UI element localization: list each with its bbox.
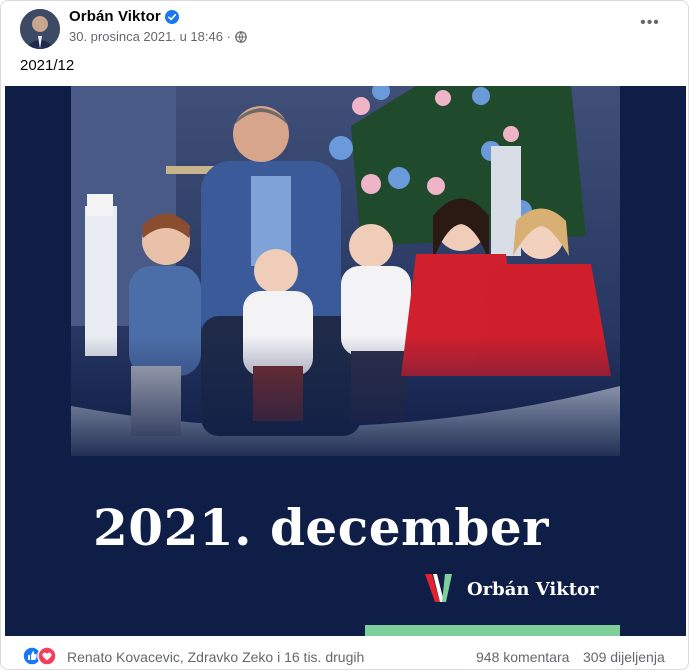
reactors-summary[interactable]: Renato Kovacevic, Zdravko Zeko i 16 tis.… [67, 649, 364, 665]
green-accent-bar [365, 625, 620, 636]
verified-badge-icon [164, 9, 179, 24]
author-name[interactable]: Orbán Viktor [69, 8, 161, 25]
shares-count[interactable]: 309 dijeljenja [583, 649, 665, 665]
comments-count[interactable]: 948 komentara [476, 649, 569, 665]
more-options-icon[interactable]: ••• [635, 12, 665, 38]
brand-name: Orbán Viktor [467, 578, 599, 600]
post-timestamp[interactable]: 30. prosinca 2021. u 18:46 · [69, 29, 231, 44]
reaction-icons[interactable] [22, 646, 62, 666]
brand-mark: Orbán Viktor [425, 572, 599, 606]
post-footer: Renato Kovacevic, Zdravko Zeko i 16 tis.… [0, 636, 689, 670]
post-image[interactable]: 2021. december Orbán Viktor [5, 86, 686, 636]
post-caption: 2021/12 [20, 57, 75, 74]
image-title: 2021. december [93, 498, 550, 557]
love-reaction-icon [37, 646, 57, 666]
globe-icon [235, 30, 247, 43]
author-avatar[interactable] [20, 9, 60, 49]
brand-logo-icon [425, 574, 452, 602]
